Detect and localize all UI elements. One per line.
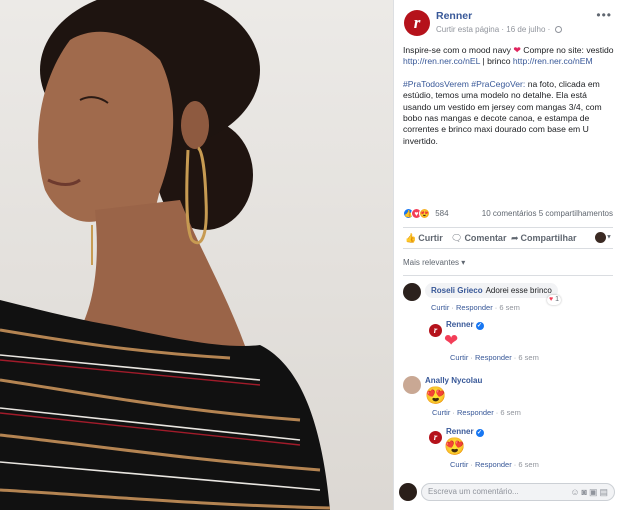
like-label: Curtir [418, 233, 443, 243]
post-header: r Renner Curtir esta página · 16 de julh… [404, 8, 614, 38]
post-text-shop: Compre no site: [523, 45, 584, 55]
comment-reply-link[interactable]: Responder [456, 303, 493, 312]
comment-actions: Curtir · Responder · 6 sem [431, 303, 520, 312]
post-photo[interactable] [0, 0, 393, 510]
gif-icon[interactable]: ▣ [589, 487, 600, 497]
post-panel: r Renner Curtir esta página · 16 de julh… [393, 0, 620, 510]
hashtags[interactable]: #PraTodosVerem #PraCegoVer: [403, 79, 525, 89]
badge-count: 1 [555, 296, 560, 303]
divider [403, 275, 613, 276]
page-name[interactable]: Renner [436, 10, 472, 22]
post-actions: 👍 Curtir 🗨 Comentar ➦ Compartilhar ▼ [403, 227, 613, 249]
comment-icon: 🗨 [451, 233, 463, 243]
heart-emoji: ❤ [513, 45, 521, 55]
avatar [399, 483, 417, 501]
earring-link[interactable]: http://ren.ner.co/nEM [513, 56, 593, 66]
share-label: Compartilhar [520, 233, 577, 243]
verified-icon: ✓ [475, 322, 484, 330]
actor-selector[interactable]: ▼ [595, 232, 613, 245]
heart-emoji: ❤ [444, 331, 459, 350]
commenter-avatar[interactable] [403, 376, 421, 394]
comment-text: Adorei esse brinco [485, 286, 552, 295]
more-options-icon[interactable]: ••• [596, 8, 612, 22]
reply-like-link[interactable]: Curtir [450, 353, 468, 362]
post-meta: Curtir esta página · 16 de julho · [436, 25, 562, 34]
commenter-name[interactable]: Anally Nycolau [425, 376, 482, 385]
post-text: Inspire-se com o mood navy ❤ Compre no s… [403, 45, 615, 158]
comment-actions: Curtir · Responder · 6 sem [432, 408, 521, 417]
reply-time[interactable]: 6 sem [518, 460, 538, 469]
reply-author[interactable]: Renner ✓ [446, 427, 484, 437]
love-reaction-icon: ♥ [549, 296, 554, 303]
post-date[interactable]: 16 de julho [506, 25, 545, 34]
emoji-icon[interactable]: ☺ [570, 487, 581, 497]
heart-eyes-emoji: 😍 [444, 437, 466, 456]
post-text-earring: | brinco [482, 56, 511, 67]
heart-eyes-emoji: 😍 [425, 386, 447, 405]
comment-composer: Escreva um comentário... ☺◙▣▤ [399, 481, 615, 503]
comment-input[interactable]: Escreva um comentário... ☺◙▣▤ [421, 483, 615, 501]
like-button[interactable]: 👍 Curtir [405, 233, 443, 244]
model-photo-illustration [0, 0, 331, 510]
chevron-down-icon: ▼ [606, 234, 612, 241]
reply-author-name: Renner [446, 320, 474, 329]
like-page-link[interactable]: Curtir esta página [436, 25, 499, 34]
comment-label: Comentar [464, 233, 507, 243]
engagement-stats: 10 comentários 5 compartilhamentos [482, 209, 613, 218]
reply-like-link[interactable]: Curtir [450, 460, 468, 469]
comment-reaction-badge[interactable]: ♥ 1 [547, 295, 562, 305]
reply-actions: Curtir · Responder · 6 sem [450, 460, 539, 469]
comment-time[interactable]: 6 sem [499, 303, 519, 312]
reply-avatar[interactable]: r [429, 324, 442, 337]
share-button[interactable]: ➦ Compartilhar [511, 233, 577, 244]
verified-icon: ✓ [475, 429, 484, 437]
reply-time[interactable]: 6 sem [518, 353, 538, 362]
commenter-name[interactable]: Roseli Grieco [431, 286, 483, 295]
post-text-line1: Inspire-se com o mood navy [403, 45, 511, 55]
shares-count[interactable]: 5 compartilhamentos [539, 209, 613, 218]
post-text-dress: vestido [586, 45, 614, 55]
comment-like-link[interactable]: Curtir [431, 303, 449, 312]
reply-reply-link[interactable]: Responder [475, 353, 512, 362]
reply-reply-link[interactable]: Responder [475, 460, 512, 469]
commenter-avatar[interactable] [403, 283, 421, 301]
reply-actions: Curtir · Responder · 6 sem [450, 353, 539, 362]
comment-bubble: Roseli Grieco Adorei esse brinco [425, 283, 558, 298]
reply-avatar[interactable]: r [429, 431, 442, 444]
comments-count[interactable]: 10 comentários [482, 209, 537, 218]
comment-button[interactable]: 🗨 Comentar [451, 233, 506, 244]
reply-author-name: Renner [446, 427, 474, 436]
reply-author[interactable]: Renner ✓ [446, 320, 484, 330]
wow-reaction-icon[interactable]: 😍 [419, 208, 430, 219]
reactions-bar: 👍 ♥ 😍 584 10 comentários 5 compartilhament… [403, 208, 613, 222]
comment-time[interactable]: 6 sem [500, 408, 520, 417]
comment-item: Roseli Grieco Adorei esse brinco ♥ 1 Curt… [403, 283, 613, 313]
share-icon: ➦ [511, 233, 519, 243]
comment-like-link[interactable]: Curtir [432, 408, 450, 417]
page-avatar[interactable]: r [404, 10, 430, 36]
sticker-icon[interactable]: ▤ [599, 487, 610, 497]
reaction-count[interactable]: 584 [435, 209, 448, 218]
globe-icon [554, 26, 562, 33]
camera-icon[interactable]: ◙ [582, 487, 589, 497]
comment-placeholder: Escreva um comentário... [428, 487, 519, 496]
like-icon: 👍 [405, 233, 417, 243]
composer-icons: ☺◙▣▤ [570, 487, 610, 498]
dress-link[interactable]: http://ren.ner.co/nEL [403, 56, 480, 66]
comment-reply-link[interactable]: Responder [457, 408, 494, 417]
avatar [595, 232, 606, 244]
sort-selector[interactable]: Mais relevantes ▾ [403, 258, 465, 267]
